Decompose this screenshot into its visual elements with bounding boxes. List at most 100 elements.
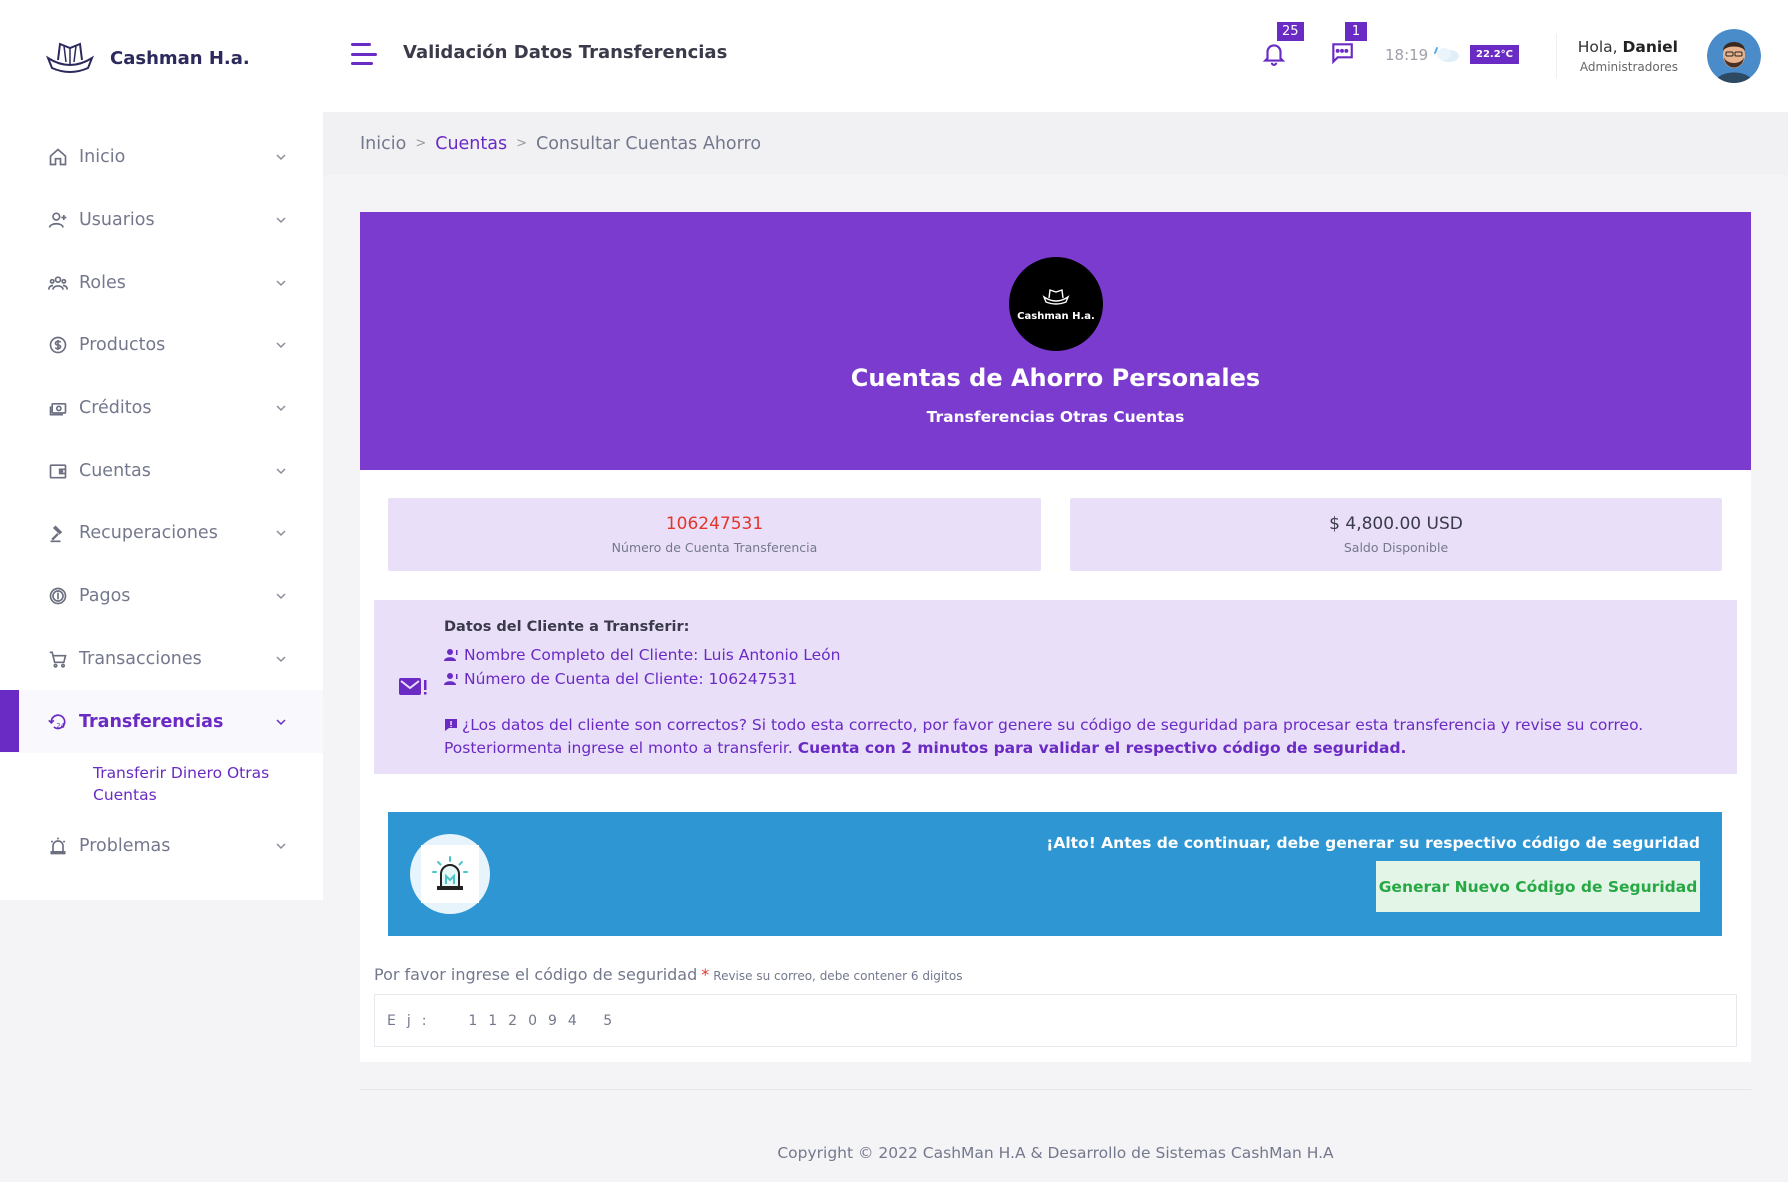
- user-avatar-icon: [1707, 29, 1761, 83]
- client-info-panel: Datos del Cliente a Transferir: Nombre C…: [374, 600, 1737, 774]
- temperature-badge: 22.2°C: [1470, 45, 1520, 64]
- chevron-right-icon: >: [415, 136, 427, 151]
- user-plus-icon: [47, 209, 69, 231]
- sidebar-item-label: Inicio: [79, 147, 126, 168]
- notifications-button[interactable]: 25: [1261, 22, 1304, 70]
- chevron-down-icon: [276, 342, 286, 349]
- chevron-down-icon: [276, 719, 286, 725]
- chevron-down-icon: [276, 217, 286, 224]
- sidebar-item-recuperaciones[interactable]: Recuperaciones: [0, 502, 323, 565]
- sidebar-item-cuentas[interactable]: Cuentas: [0, 439, 323, 502]
- avatar[interactable]: [1707, 29, 1761, 83]
- security-alert: ¡Alto! Antes de continuar, debe generar …: [388, 812, 1722, 936]
- coin-icon: [47, 585, 69, 607]
- hero-subtitle: Transferencias Otras Cuentas: [926, 408, 1185, 426]
- sidebar-item-label: Roles: [79, 272, 126, 293]
- menu-toggle-button[interactable]: [351, 43, 377, 65]
- chevron-down-icon: [276, 843, 286, 850]
- code-label-text: Por favor ingrese el código de seguridad: [374, 965, 698, 984]
- sidebar-item-label: Usuarios: [79, 210, 155, 231]
- balance-box: $ 4,800.00 USD Saldo Disponible: [1070, 498, 1722, 571]
- user-greeting[interactable]: Hola, Daniel Administradores: [1578, 38, 1678, 74]
- security-code-input[interactable]: [374, 994, 1737, 1047]
- generate-code-button[interactable]: Generar Nuevo Código de Seguridad: [1376, 861, 1700, 912]
- sidebar-item-roles[interactable]: Roles: [0, 251, 323, 314]
- sidebar-item-pagos[interactable]: Pagos: [0, 565, 323, 628]
- breadcrumb-current: Consultar Cuentas Ahorro: [536, 133, 762, 154]
- footer-divider: [360, 1089, 1751, 1090]
- gavel-icon: [47, 522, 69, 544]
- hero-banner: Cashman H.a. Cuentas de Ahorro Personale…: [360, 212, 1751, 470]
- sidebar-item-label: Problemas: [79, 836, 171, 857]
- siren-icon: [432, 856, 468, 890]
- ship-logo-icon: [1042, 288, 1070, 305]
- chevron-down-icon: [276, 468, 286, 474]
- ship-logo-icon: [45, 42, 95, 73]
- wallet-icon: [47, 460, 69, 482]
- client-heading: Datos del Cliente a Transferir:: [444, 619, 690, 635]
- balance-value: $ 4,800.00 USD: [1329, 514, 1463, 534]
- sidebar-subitem-transferir[interactable]: Transferir Dinero Otras Cuentas: [0, 753, 323, 815]
- chat-icon: [1332, 43, 1353, 65]
- required-mark: *: [701, 965, 710, 984]
- sidebar-item-label: Transacciones: [79, 648, 202, 669]
- chevron-down-icon: [276, 656, 286, 662]
- page-title: Validación Datos Transferencias: [403, 42, 728, 63]
- money-icon: [47, 397, 69, 419]
- sidebar-item-transferencias[interactable]: 24 Transferencias: [0, 690, 323, 753]
- account-number-label: Número de Cuenta Transferencia: [611, 540, 818, 555]
- client-account: Número de Cuenta del Cliente: 106247531: [464, 670, 798, 688]
- home-icon: [47, 146, 69, 168]
- greeting-prefix: Hola,: [1577, 38, 1618, 56]
- sidebar-item-creditos[interactable]: Créditos: [0, 377, 323, 440]
- footer: Copyright © 2022 CashMan H.A & Desarroll…: [323, 1144, 1788, 1162]
- code-hint: Revise su correo, debe contener 6 digito…: [713, 969, 963, 983]
- client-name: Nombre Completo del Cliente: Luis Antoni…: [464, 646, 841, 664]
- sidebar-item-productos[interactable]: Productos: [0, 314, 323, 377]
- alarm-badge: [410, 834, 490, 914]
- sidebar-item-usuarios[interactable]: Usuarios: [0, 189, 323, 252]
- sidebar-item-transacciones[interactable]: Transacciones: [0, 628, 323, 691]
- sidebar-item-problemas[interactable]: Problemas: [0, 815, 323, 878]
- hero-logo-text: Cashman H.a.: [1017, 310, 1095, 322]
- hero-title: Cuentas de Ahorro Personales: [850, 364, 1261, 392]
- alarm-icon: [47, 835, 69, 857]
- chevron-down-icon: [276, 405, 286, 412]
- account-number-box: 106247531 Número de Cuenta Transferencia: [388, 498, 1041, 571]
- clock: 18:19: [1385, 46, 1429, 64]
- messages-button[interactable]: 1: [1329, 22, 1367, 70]
- balance-label: Saldo Disponible: [1343, 540, 1449, 555]
- dollar-circle-icon: [47, 334, 69, 356]
- client-message: ¿Los datos del cliente son correctos? Si…: [444, 714, 1704, 760]
- brand[interactable]: Cashman H.a.: [44, 38, 250, 78]
- messages-badge: 1: [1345, 22, 1367, 41]
- users-group-icon: [47, 272, 69, 294]
- client-account-row: Número de Cuenta del Cliente: 106247531: [444, 670, 797, 688]
- account-number: 106247531: [665, 514, 764, 534]
- sidebar-item-label: Transferencias: [79, 711, 224, 732]
- transfer-card: Cashman H.a. Cuentas de Ahorro Personale…: [360, 212, 1751, 1062]
- sidebar-item-inicio[interactable]: Inicio: [0, 126, 323, 189]
- header-divider: [1556, 34, 1557, 78]
- sidebar-item-label: Productos: [79, 335, 166, 356]
- code-label: Por favor ingrese el código de seguridad…: [374, 965, 963, 984]
- copyright-text: Copyright © 2022 CashMan H.A & Desarroll…: [777, 1144, 1334, 1162]
- top-header: Validación Datos Transferencias 25 1 18:…: [323, 0, 1788, 112]
- breadcrumb-home[interactable]: Inicio: [360, 134, 406, 154]
- hero-logo: Cashman H.a.: [1009, 257, 1103, 351]
- breadcrumb-cuentas[interactable]: Cuentas: [435, 134, 507, 154]
- chevron-down-icon: [276, 154, 286, 161]
- greeting-line: Hola, Daniel: [1578, 38, 1678, 56]
- alert-text: ¡Alto! Antes de continuar, debe generar …: [1046, 834, 1700, 852]
- comment-alert-icon: [445, 719, 457, 731]
- cloud-rain-icon: [1434, 47, 1459, 62]
- sidebar-item-label: Recuperaciones: [79, 523, 218, 544]
- sidebar-item-label: Pagos: [79, 586, 131, 607]
- sidebar-item-label: Créditos: [79, 398, 152, 419]
- mail-alert-icon: [399, 678, 427, 695]
- user-name: Daniel: [1622, 38, 1679, 56]
- breadcrumb: Inicio > Cuentas > Consultar Cuentas Aho…: [323, 112, 1788, 175]
- sidebar-nav: Inicio Usuarios Roles Productos Créditos…: [0, 126, 323, 878]
- client-message-bold: Cuenta con 2 minutos para validar el res…: [797, 739, 1407, 757]
- sidebar: Cashman H.a. Inicio Usuarios Roles Produ…: [0, 0, 323, 900]
